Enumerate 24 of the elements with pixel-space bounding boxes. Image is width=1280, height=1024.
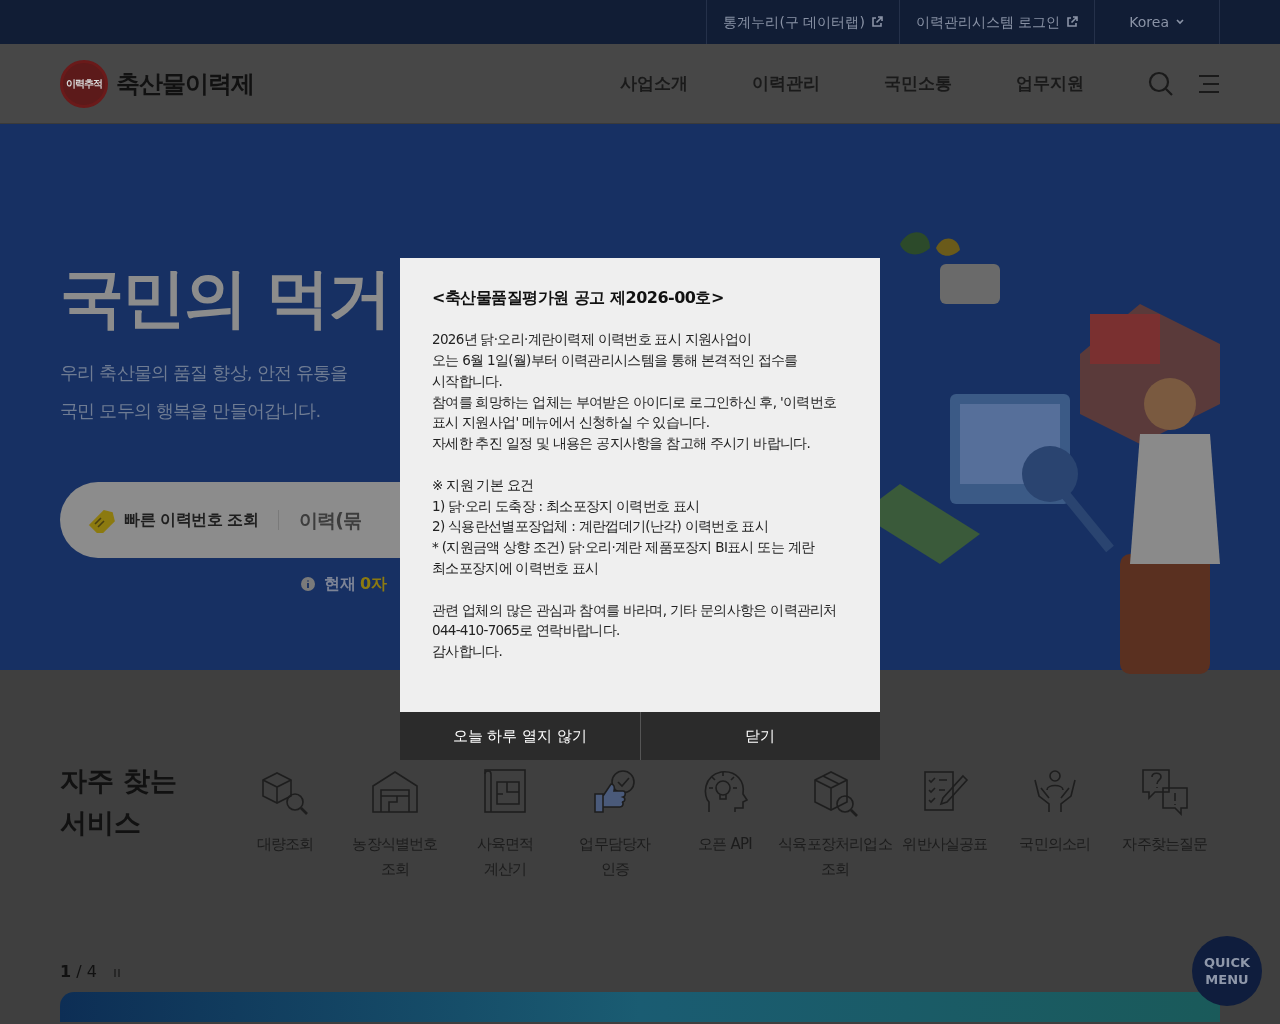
menu-icon — [1198, 74, 1220, 94]
quick-menu-button[interactable]: QUICK MENU — [1192, 936, 1262, 1006]
pause-icon — [112, 967, 121, 978]
external-link-icon — [870, 16, 883, 28]
dismiss-today-button[interactable]: 오늘 하루 열지 않기 — [400, 711, 640, 760]
search-icon — [1148, 70, 1174, 97]
popup-title: <축산물품질평가원 공고 제2026-00호> — [432, 288, 725, 308]
search-input[interactable]: 이력(묶 — [299, 505, 372, 535]
info-icon — [300, 576, 316, 592]
info-count: 0자 — [360, 573, 388, 595]
popup-paragraph: ※ 지원 기본 요건 1) 닭·오리 도축장 : 최소포장지 이력번호 표시 2) 식용란선별포장업체 : 계란껍데기(난각) 이력번호 표시 * (지원금액 상향 조건) 닭·오리·계란 제품포장지 BI표시 또는 계란 최소포장지에 이력번호 표시 — [432, 475, 816, 578]
hero-subtitle: 우리 축산물의 품질 향상, 안전 유통을 국민 모두의 행복을 만들어갑니다. — [60, 361, 349, 423]
popup-paragraph: 관련 업체의 많은 관심과 참여를 바라며, 기타 문의사항은 이력관리처 044-410-7065로 연락바랍니다. 감사합니다. — [432, 600, 838, 662]
close-button[interactable]: 닫기 — [640, 711, 880, 760]
popup-paragraph: 2026년 닭·오리·계란이력제 이력번호 표시 지원사업이 오는 6월 1일(월)부터 이력관리시스템을 통해 본격적인 접수를 시작합니다. 참여를 희망하는 업체는 부여받은 아이디로 로그인하신 후, '이력번호 표시 지원사업' 메뉴에서 신청하실 수 있습니다. 자세한 추진 일정 및 내용은 공지사항을 참고해 주시기 바랍니다. — [432, 330, 838, 454]
search-button[interactable] — [1148, 70, 1174, 97]
external-link-icon — [1066, 16, 1079, 28]
question-chat-icon — [1139, 766, 1191, 818]
hero-title: 국민의 먹거 — [60, 266, 392, 330]
search-tab[interactable]: 빠른 이력번호 조회 — [86, 507, 259, 533]
info-label: 현재 — [324, 573, 356, 595]
caret-icon — [1175, 19, 1185, 25]
logo-emblem: 이력추적 — [60, 59, 108, 108]
tag-icon — [86, 507, 116, 533]
